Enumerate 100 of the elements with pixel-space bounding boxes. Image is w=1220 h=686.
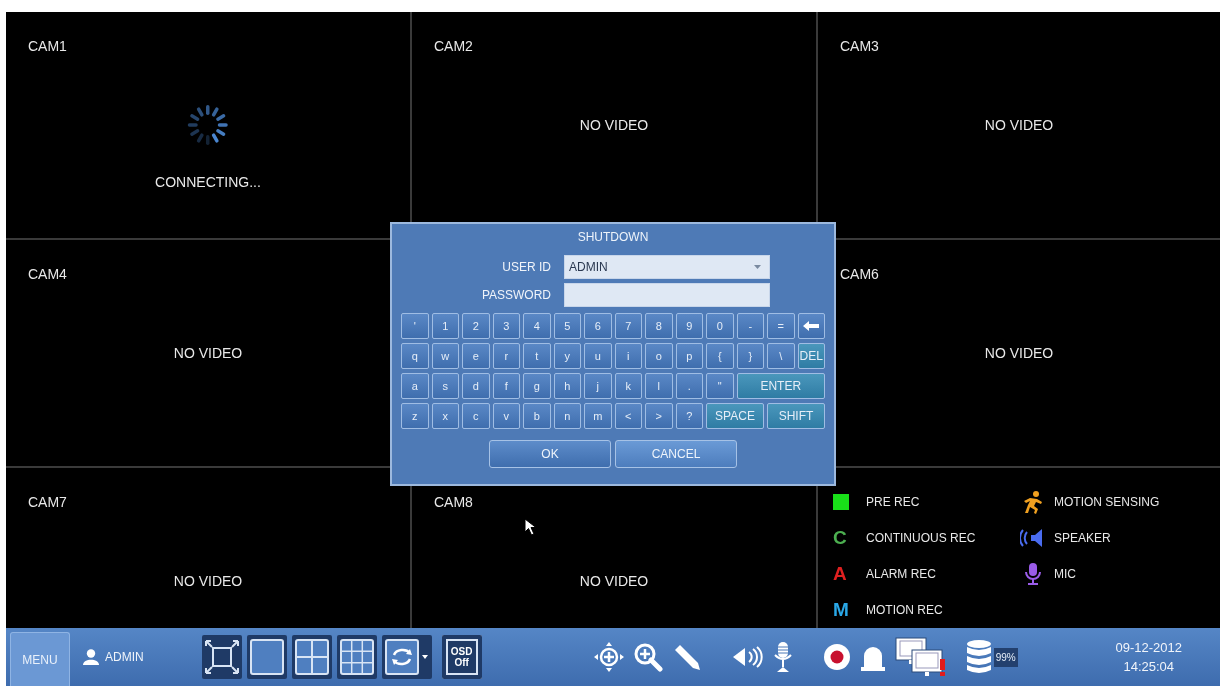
backspace-key[interactable] <box>797 313 825 339</box>
key-button[interactable]: 1 <box>431 313 459 339</box>
key-button[interactable]: SHIFT <box>767 403 825 429</box>
key-button[interactable]: " <box>706 373 734 399</box>
key-button[interactable]: SPACE <box>706 403 764 429</box>
key-button[interactable]: \ <box>767 343 795 369</box>
legend-label: MIC <box>1054 567 1076 581</box>
disk-usage-text: 99% <box>993 647 1018 667</box>
key-button[interactable]: x <box>431 403 459 429</box>
key-button[interactable]: . <box>675 373 703 399</box>
key-button[interactable]: o <box>645 343 673 369</box>
key-button[interactable]: l <box>645 373 673 399</box>
status-text: NO VIDEO <box>984 117 1054 133</box>
ok-button[interactable]: OK <box>489 440 611 468</box>
key-button[interactable]: r <box>492 343 520 369</box>
key-button[interactable]: f <box>492 373 520 399</box>
password-field[interactable] <box>564 283 770 307</box>
cursor-icon <box>524 518 538 536</box>
key-button[interactable]: s <box>431 373 459 399</box>
letter-icon: C <box>833 527 847 549</box>
date-text: 09-12-2012 <box>1115 640 1182 655</box>
key-button[interactable]: 5 <box>553 313 581 339</box>
key-button[interactable]: - <box>736 313 764 339</box>
key-button[interactable]: y <box>553 343 581 369</box>
key-button[interactable]: 2 <box>462 313 490 339</box>
user-id-dropdown[interactable]: ADMIN <box>564 255 770 279</box>
key-button[interactable]: } <box>736 343 764 369</box>
dialog-title: SHUTDOWN <box>576 230 650 244</box>
key-button[interactable]: { <box>706 343 734 369</box>
legend-label: SPEAKER <box>1054 531 1111 545</box>
single-view-button[interactable] <box>246 635 287 679</box>
key-button[interactable]: 0 <box>706 313 734 339</box>
legend-label: CONTINUOUS REC <box>866 531 976 545</box>
camera-label: CAM6 <box>840 266 879 282</box>
status-text: NO VIDEO <box>173 345 243 361</box>
key-button[interactable]: 3 <box>492 313 520 339</box>
letter-icon: M <box>833 599 849 621</box>
camera-label: CAM1 <box>28 38 67 54</box>
microphone-icon[interactable] <box>771 641 794 673</box>
key-button[interactable]: DEL <box>797 343 825 369</box>
ptz-move-icon[interactable] <box>593 642 624 672</box>
key-button[interactable]: q <box>401 343 429 369</box>
key-button[interactable]: z <box>401 403 429 429</box>
cancel-button[interactable]: CANCEL <box>615 440 737 468</box>
field-label: USER ID <box>502 260 551 274</box>
menu-button[interactable]: MENU <box>10 632 70 686</box>
key-button[interactable]: p <box>675 343 703 369</box>
legend-label: ALARM REC <box>866 567 936 581</box>
letter-icon: A <box>833 563 847 585</box>
user-name: ADMIN <box>105 650 144 664</box>
key-button[interactable]: ' <box>401 313 429 339</box>
key-button[interactable]: d <box>462 373 490 399</box>
field-label: PASSWORD <box>481 288 551 302</box>
time-text: 14:25:04 <box>1123 659 1175 674</box>
key-button[interactable]: h <box>553 373 581 399</box>
quad-view-button[interactable] <box>291 635 332 679</box>
key-button[interactable]: g <box>523 373 551 399</box>
legend-label: PRE REC <box>866 495 920 509</box>
key-button[interactable]: c <box>462 403 490 429</box>
camera-label: CAM3 <box>840 38 879 54</box>
key-button[interactable]: 8 <box>645 313 673 339</box>
camera-label: CAM2 <box>434 38 473 54</box>
key-button[interactable]: m <box>584 403 612 429</box>
camera-label: CAM7 <box>28 494 67 510</box>
key-button[interactable]: i <box>614 343 642 369</box>
osd-button[interactable]: OSD Off <box>441 635 482 679</box>
sequence-button[interactable] <box>381 635 432 679</box>
key-button[interactable]: k <box>614 373 642 399</box>
key-button[interactable]: ? <box>675 403 703 429</box>
key-button[interactable]: > <box>645 403 673 429</box>
status-text: NO VIDEO <box>173 573 243 589</box>
key-button[interactable]: 7 <box>614 313 642 339</box>
status-text: CONNECTING... <box>155 173 261 190</box>
key-button[interactable]: 4 <box>523 313 551 339</box>
key-button[interactable]: < <box>614 403 642 429</box>
key-button[interactable]: = <box>767 313 795 339</box>
legend-label: MOTION SENSING <box>1054 495 1160 509</box>
key-button[interactable]: n <box>553 403 581 429</box>
key-button[interactable]: ENTER <box>736 373 825 399</box>
camera-label: CAM4 <box>28 266 67 282</box>
camera-label: CAM8 <box>434 494 473 510</box>
key-button[interactable]: j <box>584 373 612 399</box>
caret-icon <box>754 265 761 269</box>
zoom-in-icon[interactable] <box>632 642 663 672</box>
nine-view-button[interactable] <box>336 635 377 679</box>
storage-disk-icon <box>965 639 992 675</box>
record-icon[interactable] <box>822 643 851 671</box>
key-button[interactable]: e <box>462 343 490 369</box>
key-button[interactable]: w <box>431 343 459 369</box>
key-button[interactable]: a <box>401 373 429 399</box>
spinner-icon <box>186 102 230 147</box>
key-button[interactable]: b <box>523 403 551 429</box>
fullscreen-button[interactable] <box>201 635 242 679</box>
key-button[interactable]: u <box>584 343 612 369</box>
key-button[interactable]: 9 <box>675 313 703 339</box>
network-monitors-icon[interactable] <box>894 637 947 677</box>
key-button[interactable]: t <box>523 343 551 369</box>
key-button[interactable]: 6 <box>584 313 612 339</box>
status-text: NO VIDEO <box>579 573 649 589</box>
key-button[interactable]: v <box>492 403 520 429</box>
